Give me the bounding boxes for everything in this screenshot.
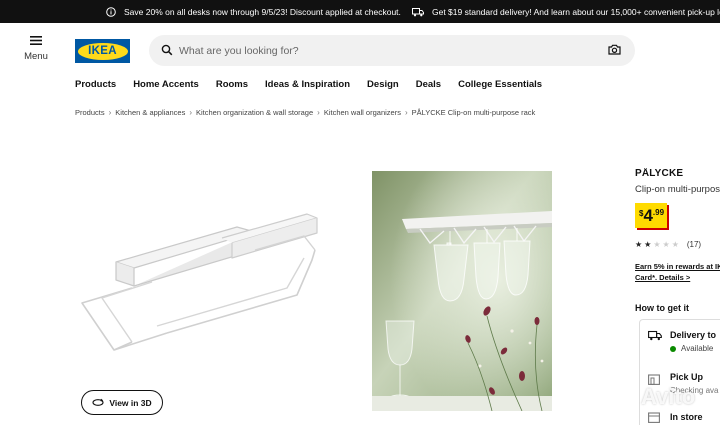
breadcrumb-item[interactable]: Products [75,108,105,117]
menu-button[interactable]: Menu [18,36,54,62]
nav-item-home-accents[interactable]: Home Accents [133,79,199,90]
avito-watermark: Avito [615,384,695,410]
watermark-logo-icon [617,387,638,407]
search-icon [161,44,173,56]
delivery-truck-icon [648,330,662,341]
hamburger-icon [30,36,42,45]
store-icon [648,412,660,423]
rating-count: (17) [686,240,702,249]
instore-title[interactable]: In store [670,412,703,422]
product-name: PÅLYCKE [635,168,684,179]
ikea-logo[interactable]: IKEA [75,39,130,63]
status-dot-icon [670,345,676,352]
view-in-3d-button[interactable]: View in 3D [81,390,163,415]
promo-item-desks[interactable]: Save 20% on all desks now through 9/5/23… [106,0,401,23]
price-tag: $ 4 .99 [635,203,668,228]
search-bar [149,35,635,66]
product-info-panel: PÅLYCKE Clip-on multi-purpose rack $ 4 .… [635,168,720,313]
product-image-lifestyle[interactable] [372,171,552,411]
nav-item-rooms[interactable]: Rooms [216,79,248,90]
rating-stars: ★★★★★ [635,240,681,249]
nav-item-products[interactable]: Products [75,79,116,90]
pickup-title[interactable]: Pick Up [670,372,703,382]
star-filled-icon: ★ [635,240,645,249]
nav-item-college-essentials[interactable]: College Essentials [458,79,542,90]
breadcrumb-item[interactable]: Kitchen organization & wall storage [196,108,313,117]
rewards-line-1: Earn 5% in rewards at IKEA [635,262,720,271]
product-image-main[interactable] [72,170,337,380]
truck-icon [412,7,424,16]
breadcrumb-item[interactable]: Kitchen & appliances [115,108,185,117]
logo-text: IKEA [88,45,117,57]
star-empty-icon: ★ [662,240,672,249]
star-empty-icon: ★ [653,240,663,249]
delivery-status-text: Available [681,344,714,353]
breadcrumb-current: PÅLYCKE Clip-on multi-purpose rack [411,108,536,117]
promo-text-desks: Save 20% on all desks now through 9/5/23… [124,6,401,17]
chevron-right-icon: › [404,108,408,117]
nav-item-ideas-inspiration[interactable]: Ideas & Inspiration [265,79,350,90]
menu-label: Menu [24,51,48,62]
how-to-get-heading: How to get it [635,303,689,313]
camera-search-icon[interactable] [608,44,621,55]
product-description: Clip-on multi-purpose rack [635,184,720,195]
chevron-right-icon: › [189,108,192,117]
rewards-link[interactable]: Earn 5% in rewards at IKEA Card*. Detail… [635,261,720,283]
promo-item-delivery[interactable]: Get $19 standard delivery! And learn abo… [412,0,720,23]
chevron-right-icon: › [108,108,112,117]
rewards-line-2: Card*. Details > [635,273,691,282]
nav-item-deals[interactable]: Deals [416,79,441,90]
chevron-right-icon: › [317,108,320,117]
delivery-status: Available [670,344,713,353]
price-cents: .99 [652,208,665,217]
info-icon [106,6,116,17]
star-empty-icon: ★ [671,240,681,249]
view-in-3d-label: View in 3D [109,397,152,408]
nav-item-design[interactable]: Design [367,79,399,90]
promo-bar: Save 20% on all desks now through 9/5/23… [0,0,720,23]
logo-oval: IKEA [77,42,128,60]
search-input[interactable] [179,41,579,60]
star-filled-icon: ★ [644,240,654,249]
promo-text-delivery: Get $19 standard delivery! And learn abo… [432,6,720,17]
delivery-title[interactable]: Delivery to [670,330,716,340]
price-main: 4 [643,206,653,225]
breadcrumb-item[interactable]: Kitchen wall organizers [324,108,401,117]
main-nav: Products Home Accents Rooms Ideas & Insp… [75,79,559,90]
breadcrumb: Products › Kitchen & appliances › Kitche… [75,108,535,117]
rating-summary[interactable]: ★★★★★ (17) [635,240,720,249]
3d-rotate-icon [92,398,104,406]
